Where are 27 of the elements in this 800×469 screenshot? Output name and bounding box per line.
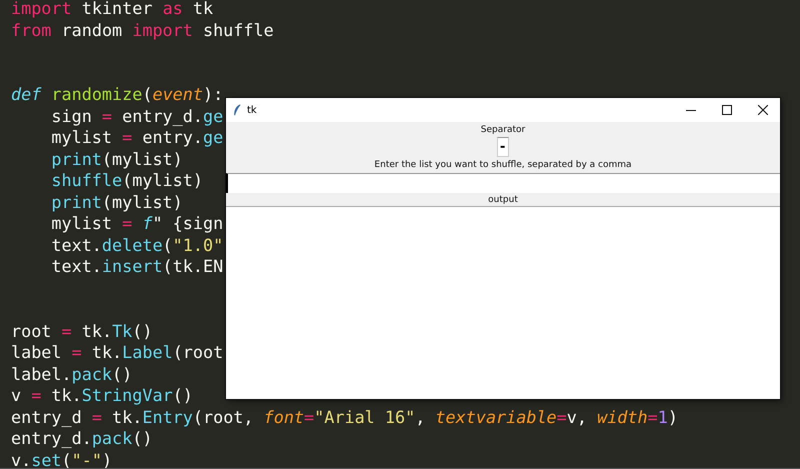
code-line: shuffle(mylist) (50, 170, 203, 192)
code-line: text.delete("1.0" (50, 234, 224, 256)
feather-icon (233, 104, 241, 116)
code-line: mylist = f" {sign (50, 213, 224, 234)
code-line: entry_d = tk.Entry(root, font="Arial 16", textvariable=v, width=1) (11, 406, 678, 428)
code-line: root = tk.Tk() (11, 320, 152, 342)
code-line: v.set("-") (11, 450, 112, 469)
output-label: output (487, 194, 519, 206)
code-line: print(mylist) (50, 148, 183, 170)
code-line: label.pack() (11, 364, 132, 385)
code-line: v = tk.StringVar() (11, 385, 193, 406)
window-title: tk (247, 104, 257, 116)
code-line: def randomize(event): (11, 84, 224, 106)
maximize-icon[interactable] (722, 105, 732, 115)
separator-label: Separator (480, 124, 526, 136)
code-line: print(mylist) (50, 192, 183, 213)
code-line: text.insert(tk.EN (50, 256, 224, 278)
code-line: mylist = entry.ge (50, 127, 224, 148)
close-icon[interactable] (758, 105, 768, 115)
list-input-field[interactable] (226, 173, 780, 193)
separator-field[interactable]: - (497, 137, 509, 157)
list-prompt: Enter the list you want to shuffle, separated by a comma (374, 159, 632, 171)
code-line: sign = entry_d.ge (50, 106, 224, 127)
code-line: from random import shuffle (11, 20, 274, 41)
code-line: entry_d.pack() (11, 428, 152, 450)
code-line: label = tk.Label(root (11, 342, 224, 364)
code-line: import tkinter as tk (11, 0, 214, 20)
